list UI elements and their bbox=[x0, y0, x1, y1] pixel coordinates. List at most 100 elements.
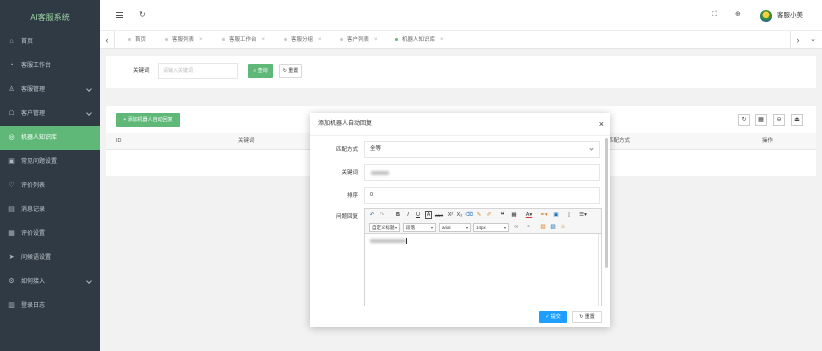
paragraph-value: 段落 bbox=[406, 225, 415, 230]
chevron-down-icon bbox=[86, 86, 92, 92]
underline-button[interactable]: U bbox=[414, 211, 422, 220]
italic-button[interactable]: I bbox=[404, 211, 412, 220]
columns-icon[interactable]: ▦ bbox=[755, 114, 767, 126]
refresh-icon[interactable]: ↻ bbox=[139, 10, 146, 20]
keyword-field[interactable] bbox=[364, 164, 600, 181]
query-button[interactable]: ⌕ 查询 bbox=[248, 64, 273, 78]
plus-icon: + bbox=[123, 117, 127, 123]
tab-customer-list[interactable]: 客户列表 × bbox=[340, 31, 378, 49]
column-header-actions[interactable]: 操作 bbox=[762, 133, 773, 150]
font-color-button[interactable]: A▾ bbox=[523, 211, 535, 220]
auto-format-icon[interactable]: ✐ bbox=[485, 211, 493, 220]
tab-label: 客服列表 bbox=[172, 37, 195, 43]
faq-icon: ▣ bbox=[8, 158, 15, 165]
user-icon: ♙ bbox=[8, 86, 15, 93]
close-icon[interactable]: × bbox=[199, 37, 203, 43]
multi-image-icon[interactable]: ▧ bbox=[549, 223, 557, 232]
font-family-select[interactable]: arial ▾ bbox=[439, 223, 471, 232]
editor-scrollbar[interactable] bbox=[598, 234, 599, 306]
match-type-select[interactable]: 全等 bbox=[364, 141, 600, 158]
format-brush-icon[interactable]: ✎ bbox=[475, 211, 483, 220]
avatar[interactable] bbox=[760, 10, 772, 22]
subscript-button[interactable]: X₂ bbox=[455, 211, 464, 220]
print-icon[interactable]: ⊖ bbox=[773, 114, 785, 126]
unlink-icon[interactable]: ⚭ bbox=[524, 223, 533, 232]
strikethrough-button[interactable]: ABC bbox=[434, 211, 444, 220]
tab-workbench[interactable]: 客服工作台 × bbox=[222, 31, 265, 49]
sidebar-item-workbench[interactable]: ◔ 客服工作台 bbox=[0, 54, 100, 78]
dialog-scrollbar[interactable] bbox=[605, 138, 608, 268]
font-size-value: 14px bbox=[476, 225, 486, 230]
redo-icon[interactable]: ↷ bbox=[378, 211, 386, 220]
line-spacing-icon[interactable]: ☰▾ bbox=[577, 211, 589, 220]
undo-icon[interactable]: ↶ bbox=[368, 211, 376, 220]
close-icon[interactable]: × bbox=[440, 37, 444, 43]
refresh-icon: ↻ bbox=[282, 68, 287, 74]
superscript-button[interactable]: X² bbox=[446, 211, 455, 220]
sidebar-item-customer-management[interactable]: ☖ 客户管理 bbox=[0, 102, 100, 126]
eraser-icon[interactable]: ⌫ bbox=[465, 211, 473, 220]
sidebar-item-rating-list[interactable]: ♡ 评价列表 bbox=[0, 174, 100, 198]
dialog-title: 添加机器人自动回复 × bbox=[310, 113, 610, 136]
table-icon[interactable]: ▦ bbox=[510, 211, 518, 220]
tab-label: 首页 bbox=[135, 37, 147, 43]
tab-home[interactable]: 首页 bbox=[128, 31, 146, 49]
add-auto-reply-button[interactable]: + 添加机器人自动回复 bbox=[116, 113, 180, 127]
submit-button[interactable]: ✓ 提交 bbox=[539, 311, 567, 323]
sidebar-item-faq-settings[interactable]: ▣ 常见问题设置 bbox=[0, 150, 100, 174]
tab-scroll-left-button[interactable]: ‹ bbox=[100, 31, 114, 49]
editor-toolbar: ↶ ↷ B I U A ABC X² X₂ ⌫ ✎ ✐ ❝ ▦ A▾ ✒▾ ▣ … bbox=[365, 209, 601, 234]
image-icon[interactable]: ▨ bbox=[539, 223, 547, 232]
column-header-keyword[interactable]: 关键词 bbox=[238, 133, 255, 150]
bold-button[interactable]: B bbox=[394, 211, 402, 220]
close-icon[interactable]: × bbox=[374, 37, 378, 43]
column-header-match-type[interactable]: 匹配方式 bbox=[608, 133, 630, 150]
page-break-icon[interactable]: ▯ bbox=[565, 211, 573, 220]
close-icon[interactable]: × bbox=[262, 37, 266, 43]
user-name[interactable]: 客服小美 bbox=[777, 11, 803, 21]
sidebar-item-robot-knowledge[interactable]: ◎ 机器人知识库 bbox=[0, 126, 100, 150]
sidebar-item-message-records[interactable]: ▤ 消息记录 bbox=[0, 198, 100, 222]
sidebar-item-label: 首页 bbox=[21, 39, 34, 45]
sidebar-item-how-to-access[interactable]: ⚙ 如何接入 bbox=[0, 270, 100, 294]
insert-frame-icon[interactable]: ▣ bbox=[552, 211, 560, 220]
tab-menu-button[interactable]: ⌄ bbox=[806, 31, 820, 49]
chevron-down-icon: ▾ bbox=[465, 225, 468, 230]
font-border-button[interactable]: A bbox=[425, 211, 432, 219]
sort-field[interactable]: 0 bbox=[364, 187, 600, 204]
sidebar-item-greeting-settings[interactable]: ➤ 问候语设置 bbox=[0, 246, 100, 270]
fullscreen-icon[interactable]: ⛶ bbox=[712, 10, 717, 20]
custom-heading-select[interactable]: 自定义标题 ▾ bbox=[369, 223, 400, 232]
keyword-search-input[interactable]: 请输入关键词 bbox=[158, 63, 238, 79]
highlight-color-icon[interactable]: ✒▾ bbox=[538, 211, 550, 220]
close-icon[interactable]: × bbox=[599, 113, 604, 136]
app-title[interactable]: AI客服系统 bbox=[0, 0, 100, 30]
theme-icon[interactable]: ⊕ bbox=[735, 10, 741, 20]
paragraph-select[interactable]: 段落 ▾ bbox=[403, 223, 436, 232]
font-size-select[interactable]: 14px ▾ bbox=[473, 223, 509, 232]
emoji-icon[interactable]: ☺ bbox=[559, 223, 567, 232]
column-header-id[interactable]: ID bbox=[116, 133, 122, 150]
tab-agent-groups[interactable]: 客服分组 × bbox=[284, 31, 322, 49]
sidebar-item-label: 机器人知识库 bbox=[21, 135, 58, 141]
dialog-reset-button[interactable]: ↻ 重置 bbox=[572, 311, 602, 323]
greeting-icon: ➤ bbox=[8, 254, 15, 261]
sidebar-item-rating-settings[interactable]: ▦ 评价设置 bbox=[0, 222, 100, 246]
tab-scroll-right-button[interactable]: › bbox=[791, 31, 805, 49]
refresh-icon[interactable]: ↻ bbox=[738, 114, 750, 126]
sidebar-item-login-log[interactable]: ▥ 登录日志 bbox=[0, 294, 100, 318]
query-button-label: 查询 bbox=[257, 68, 268, 74]
close-icon[interactable]: × bbox=[318, 37, 322, 43]
link-icon[interactable]: ∞ bbox=[512, 223, 521, 232]
reset-button[interactable]: ↻ 重置 bbox=[279, 64, 302, 78]
editor-content-area[interactable] bbox=[365, 234, 601, 306]
sidebar-item-label: 客服工作台 bbox=[21, 63, 52, 69]
sidebar-item-home[interactable]: ⌂ 首页 bbox=[0, 30, 100, 54]
export-icon[interactable]: ⏏ bbox=[791, 114, 803, 126]
blurred-reply-text bbox=[370, 239, 406, 243]
tab-agent-list[interactable]: 客服列表 × bbox=[165, 31, 203, 49]
quote-icon[interactable]: ❝ bbox=[498, 211, 507, 220]
tab-robot-knowledge[interactable]: 机器人知识库 × bbox=[395, 31, 444, 49]
menu-toggle-icon[interactable] bbox=[116, 12, 123, 18]
sidebar-item-agent-management[interactable]: ♙ 客服管理 bbox=[0, 78, 100, 102]
